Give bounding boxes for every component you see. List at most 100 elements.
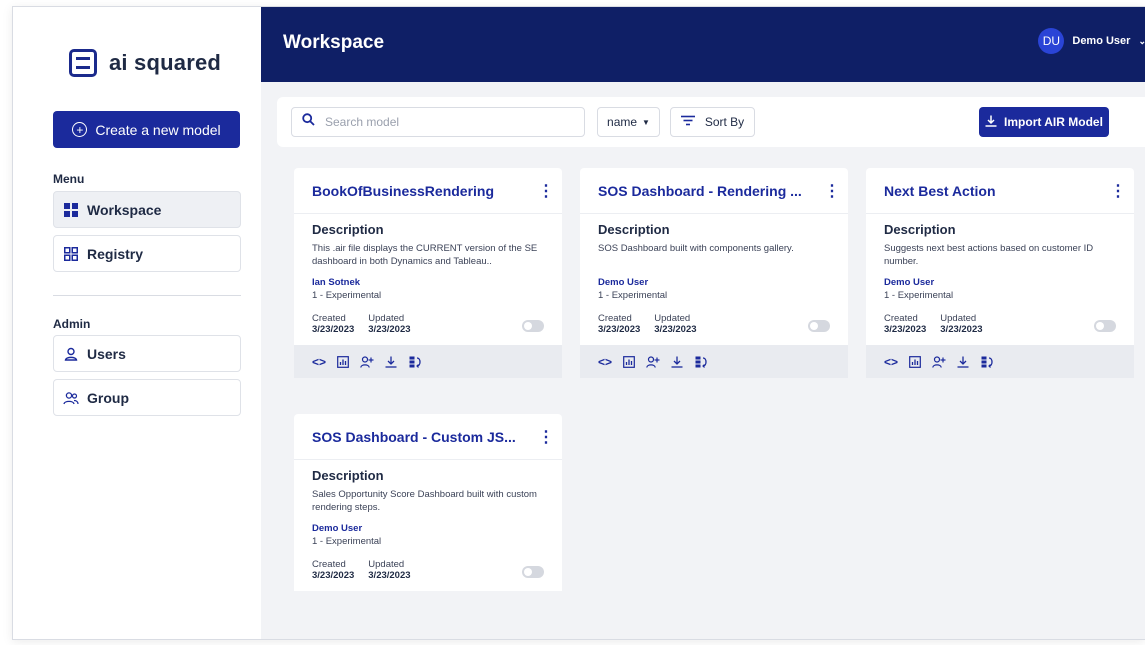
create-model-button[interactable]: + Create a new model — [53, 111, 240, 148]
updated-label: Updated — [368, 313, 405, 324]
description-text: SOS Dashboard built with components gall… — [598, 243, 794, 254]
chart-icon[interactable] — [336, 355, 350, 368]
import-air-model-button[interactable]: Import AIR Model — [979, 107, 1109, 137]
group-icon — [63, 391, 79, 405]
deploy-icon[interactable] — [408, 356, 422, 368]
updated-label: Updated — [654, 313, 691, 324]
sort-by-label: Sort By — [704, 115, 745, 129]
sort-by-button[interactable]: Sort By — [670, 107, 755, 137]
model-stage: 1 - Experimental — [312, 536, 382, 547]
created-label: Created — [312, 559, 346, 570]
sidebar-item-workspace[interactable]: Workspace — [53, 191, 241, 228]
card-header: Next Best Action ⋮ — [866, 168, 1134, 214]
updated-date: 3/23/2023 — [654, 324, 697, 335]
download-icon — [985, 115, 997, 130]
sort-icon — [680, 115, 695, 129]
more-options-icon[interactable]: ⋮ — [824, 181, 840, 201]
card-header: SOS Dashboard - Custom JS... ⋮ — [294, 414, 562, 460]
search-input[interactable] — [325, 115, 555, 129]
model-card: SOS Dashboard - Rendering ... ⋮ Descript… — [580, 168, 848, 378]
import-label: Import AIR Model — [1004, 115, 1103, 129]
deploy-icon[interactable] — [694, 356, 708, 368]
card-header: SOS Dashboard - Rendering ... ⋮ — [580, 168, 848, 214]
user-menu[interactable]: DU Demo User ⌄ — [1038, 28, 1145, 54]
chart-icon[interactable] — [908, 355, 922, 368]
code-icon[interactable]: <> — [312, 355, 326, 369]
created-date: 3/23/2023 — [884, 324, 927, 335]
model-stage: 1 - Experimental — [884, 290, 954, 301]
sort-field-select[interactable]: name ▼ — [597, 107, 660, 137]
chart-icon[interactable] — [622, 355, 636, 368]
add-user-icon[interactable] — [646, 355, 660, 368]
avatar: DU — [1038, 28, 1065, 54]
search-icon — [302, 113, 315, 131]
publish-toggle[interactable] — [808, 320, 830, 332]
card-actions: <> — [294, 345, 562, 378]
download-icon[interactable] — [384, 356, 398, 368]
description-text: This .air file displays the CURRENT vers… — [312, 243, 538, 267]
card-title[interactable]: SOS Dashboard - Rendering ... — [598, 183, 802, 199]
card-body: Description SOS Dashboard built with com… — [580, 214, 848, 335]
publish-toggle[interactable] — [1094, 320, 1116, 332]
created-label: Created — [312, 313, 346, 324]
plus-circle-icon: + — [72, 122, 88, 137]
model-card: Next Best Action ⋮ Description Suggests … — [866, 168, 1134, 378]
header-bar: Workspace DU Demo User ⌄ — [261, 7, 1145, 82]
add-user-icon[interactable] — [360, 355, 374, 368]
card-actions: <> — [866, 345, 1134, 378]
author-name: Demo User — [312, 523, 363, 534]
logo-mark-icon — [69, 49, 97, 77]
created-label: Created — [598, 313, 632, 324]
code-icon[interactable]: <> — [884, 355, 898, 369]
logo: ai squared — [69, 49, 221, 77]
code-icon[interactable]: <> — [598, 355, 612, 369]
page-title: Workspace — [283, 32, 385, 53]
deploy-icon[interactable] — [980, 356, 994, 368]
model-card: SOS Dashboard - Custom JS... ⋮ Descripti… — [294, 414, 562, 591]
model-card: BookOfBusinessRendering ⋮ Description Th… — [294, 168, 562, 378]
card-title[interactable]: BookOfBusinessRendering — [312, 183, 494, 199]
more-options-icon[interactable]: ⋮ — [538, 427, 554, 447]
sidebar-item-users[interactable]: Users — [53, 335, 241, 372]
description-heading: Description — [598, 222, 670, 237]
description-heading: Description — [884, 222, 956, 237]
app-window: ai squared + Create a new model Menu Wor… — [12, 6, 1145, 640]
create-model-label: Create a new model — [95, 121, 221, 138]
card-title[interactable]: SOS Dashboard - Custom JS... — [312, 429, 516, 445]
author-name: Demo User — [884, 277, 935, 288]
user-icon — [63, 347, 79, 361]
card-body: Description Sales Opportunity Score Dash… — [294, 460, 562, 591]
chevron-down-icon: ⌄ — [1138, 36, 1145, 47]
card-title[interactable]: Next Best Action — [884, 183, 996, 199]
updated-date: 3/23/2023 — [368, 570, 411, 581]
toolbar: name ▼ Sort By Import AIR Model — [277, 97, 1145, 147]
sidebar-item-label: Workspace — [87, 201, 162, 218]
menu-section-title: Menu — [53, 172, 85, 186]
search-box[interactable] — [291, 107, 585, 137]
dates: Created 3/23/2023 Updated 3/23/2023 — [312, 313, 544, 335]
sidebar-item-registry[interactable]: Registry — [53, 235, 241, 272]
grid-icon — [63, 202, 79, 217]
dates: Created 3/23/2023 Updated 3/23/2023 — [884, 313, 1116, 335]
updated-label: Updated — [368, 559, 405, 570]
sidebar-item-group[interactable]: Group — [53, 379, 241, 416]
card-body: Description This .air file displays the … — [294, 214, 562, 335]
publish-toggle[interactable] — [522, 566, 544, 578]
card-actions: <> — [580, 345, 848, 378]
sidebar-item-label: Users — [87, 345, 126, 362]
sidebar-item-label: Group — [87, 389, 129, 406]
updated-date: 3/23/2023 — [368, 324, 411, 335]
more-options-icon[interactable]: ⋮ — [538, 181, 554, 201]
publish-toggle[interactable] — [522, 320, 544, 332]
description-text: Suggests next best actions based on cust… — [884, 243, 1094, 267]
add-user-icon[interactable] — [932, 355, 946, 368]
download-icon[interactable] — [670, 356, 684, 368]
updated-date: 3/23/2023 — [940, 324, 983, 335]
download-icon[interactable] — [956, 356, 970, 368]
admin-section-title: Admin — [53, 317, 91, 331]
more-options-icon[interactable]: ⋮ — [1110, 181, 1126, 201]
sidebar-item-label: Registry — [87, 245, 144, 262]
registry-icon — [63, 246, 79, 261]
description-heading: Description — [312, 468, 384, 483]
created-date: 3/23/2023 — [598, 324, 641, 335]
